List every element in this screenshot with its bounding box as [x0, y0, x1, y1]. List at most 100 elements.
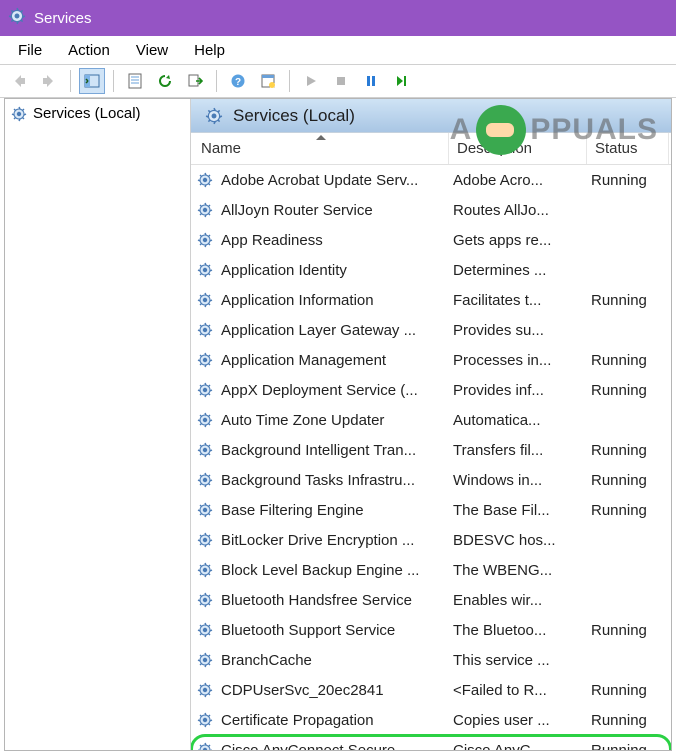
service-row[interactable]: Application Layer Gateway ...Provides su… [191, 315, 671, 345]
service-status: Running [587, 682, 669, 699]
service-name: Auto Time Zone Updater [217, 412, 449, 429]
gear-icon [193, 322, 217, 338]
export-list-button[interactable] [182, 68, 208, 94]
service-description: Adobe Acro... [449, 172, 587, 189]
tree-root-label: Services (Local) [33, 105, 141, 122]
body-frame: Services (Local) Services (Local) Name D… [4, 98, 672, 751]
service-description: Transfers fil... [449, 442, 587, 459]
properties-sheet-button[interactable] [255, 68, 281, 94]
service-name: App Readiness [217, 232, 449, 249]
service-row[interactable]: Application IdentityDetermines ... [191, 255, 671, 285]
service-name: AppX Deployment Service (... [217, 382, 449, 399]
service-row[interactable]: Auto Time Zone UpdaterAutomatica... [191, 405, 671, 435]
service-name: Background Intelligent Tran... [217, 442, 449, 459]
toolbar-separator [113, 70, 114, 92]
service-name: Application Identity [217, 262, 449, 279]
service-description: Cisco AnyC... [449, 742, 587, 751]
service-row[interactable]: Background Tasks Infrastru...Windows in.… [191, 465, 671, 495]
menu-file[interactable]: File [6, 39, 54, 62]
service-description: The WBENG... [449, 562, 587, 579]
gear-icon [193, 442, 217, 458]
tree-root-item[interactable]: Services (Local) [11, 103, 184, 124]
restart-service-button[interactable] [388, 68, 414, 94]
window-title: Services [34, 10, 92, 27]
service-name: Certificate Propagation [217, 712, 449, 729]
service-row[interactable]: Certificate PropagationCopies user ...Ru… [191, 705, 671, 735]
service-row[interactable]: App ReadinessGets apps re... [191, 225, 671, 255]
gear-icon [193, 382, 217, 398]
gear-icon [193, 232, 217, 248]
menu-help[interactable]: Help [182, 39, 237, 62]
service-name: Base Filtering Engine [217, 502, 449, 519]
column-header-name[interactable]: Name [193, 133, 449, 164]
detail-title: Services (Local) [233, 106, 355, 126]
gear-icon [193, 352, 217, 368]
help-button[interactable]: ? [225, 68, 251, 94]
back-button[interactable] [6, 68, 32, 94]
service-name: Adobe Acrobat Update Serv... [217, 172, 449, 189]
service-row[interactable]: Adobe Acrobat Update Serv...Adobe Acro..… [191, 165, 671, 195]
column-header-name-label: Name [201, 140, 241, 157]
service-row[interactable]: Bluetooth Handsfree ServiceEnables wir..… [191, 585, 671, 615]
service-row[interactable]: Base Filtering EngineThe Base Fil...Runn… [191, 495, 671, 525]
service-name: Application Layer Gateway ... [217, 322, 449, 339]
show-hide-tree-button[interactable] [79, 68, 105, 94]
column-header-description[interactable]: Description [449, 133, 587, 164]
service-row[interactable]: AllJoyn Router ServiceRoutes AllJo... [191, 195, 671, 225]
forward-button[interactable] [36, 68, 62, 94]
service-description: The Bluetoo... [449, 622, 587, 639]
service-row[interactable]: Bluetooth Support ServiceThe Bluetoo...R… [191, 615, 671, 645]
service-row[interactable]: AppX Deployment Service (...Provides inf… [191, 375, 671, 405]
service-description: Copies user ... [449, 712, 587, 729]
gear-icon [205, 107, 223, 125]
service-row[interactable]: Block Level Backup Engine ...The WBENG..… [191, 555, 671, 585]
gear-icon [193, 412, 217, 428]
column-header-status[interactable]: Status [587, 133, 669, 164]
service-row[interactable]: Background Intelligent Tran...Transfers … [191, 435, 671, 465]
service-description: The Base Fil... [449, 502, 587, 519]
service-row[interactable]: Application InformationFacilitates t...R… [191, 285, 671, 315]
service-name: CDPUserSvc_20ec2841 [217, 682, 449, 699]
service-status: Running [587, 742, 669, 751]
service-description: Windows in... [449, 472, 587, 489]
service-list[interactable]: Adobe Acrobat Update Serv...Adobe Acro..… [191, 165, 671, 750]
menu-action[interactable]: Action [56, 39, 122, 62]
service-name: Application Management [217, 352, 449, 369]
toolbar: ? [0, 64, 676, 98]
service-description: Routes AllJo... [449, 202, 587, 219]
service-name: Bluetooth Handsfree Service [217, 592, 449, 609]
list-header: Name Description Status [191, 133, 671, 165]
menu-view[interactable]: View [124, 39, 180, 62]
start-service-button[interactable] [298, 68, 324, 94]
service-description: <Failed to R... [449, 682, 587, 699]
gear-icon [193, 742, 217, 750]
gear-icon [193, 292, 217, 308]
service-status: Running [587, 712, 669, 729]
tree-pane[interactable]: Services (Local) [5, 99, 191, 750]
service-row[interactable]: CDPUserSvc_20ec2841<Failed to R...Runnin… [191, 675, 671, 705]
gear-icon [193, 652, 217, 668]
service-name: Bluetooth Support Service [217, 622, 449, 639]
toolbar-separator [289, 70, 290, 92]
service-description: Gets apps re... [449, 232, 587, 249]
service-name: AllJoyn Router Service [217, 202, 449, 219]
service-description: Processes in... [449, 352, 587, 369]
service-status: Running [587, 622, 669, 639]
gear-icon [193, 592, 217, 608]
stop-service-button[interactable] [328, 68, 354, 94]
service-description: Facilitates t... [449, 292, 587, 309]
service-row[interactable]: BitLocker Drive Encryption ...BDESVC hos… [191, 525, 671, 555]
service-name: BranchCache [217, 652, 449, 669]
refresh-button[interactable] [152, 68, 178, 94]
service-description: Enables wir... [449, 592, 587, 609]
properties-button[interactable] [122, 68, 148, 94]
pause-service-button[interactable] [358, 68, 384, 94]
service-row[interactable]: BranchCacheThis service ... [191, 645, 671, 675]
service-name: Cisco AnyConnect Secure .. [217, 742, 449, 751]
gear-icon [193, 622, 217, 638]
service-status: Running [587, 172, 669, 189]
service-status: Running [587, 472, 669, 489]
detail-header: Services (Local) [191, 99, 671, 133]
service-row[interactable]: Application ManagementProcesses in...Run… [191, 345, 671, 375]
service-row[interactable]: Cisco AnyConnect Secure ..Cisco AnyC...R… [191, 735, 671, 750]
